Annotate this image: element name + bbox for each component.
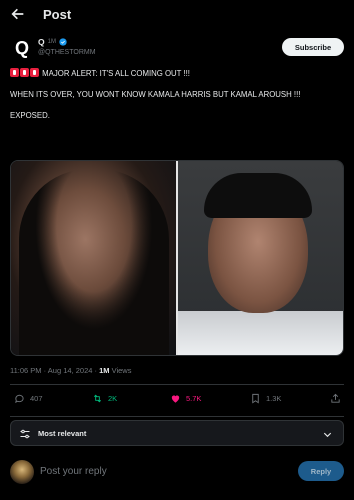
avatar[interactable]	[10, 460, 34, 484]
author-name-row: Q 1M	[38, 37, 67, 47]
bookmark-icon	[252, 393, 259, 404]
share-icon	[331, 393, 340, 403]
verified-badge-icon	[59, 38, 67, 46]
views-label: Views	[109, 366, 132, 375]
like-action[interactable]: 5.7K	[170, 393, 201, 404]
police-light-icon	[20, 68, 29, 77]
repost-icon	[93, 394, 102, 403]
sliders-icon	[20, 429, 30, 439]
author-badge: 1M	[47, 39, 56, 45]
bookmark-count: 1.3K	[266, 394, 282, 403]
arrow-left-icon[interactable]	[10, 6, 26, 22]
image-right-portrait	[178, 161, 343, 355]
post-line-3: EXPOSED.	[10, 111, 50, 120]
post-author: Q Q 1M @QTHESTORMM Subscribe	[10, 36, 344, 64]
post-timestamp[interactable]: 11:06 PM · Aug 14, 2024 ·	[10, 366, 99, 375]
post-line-2: WHEN ITS OVER, YOU WONT KNOW KAMALA HARR…	[10, 90, 301, 99]
police-light-icon	[10, 68, 19, 77]
like-count: 5.7K	[186, 394, 202, 403]
avatar[interactable]: Q	[10, 36, 34, 60]
reply-count: 407	[30, 394, 43, 403]
avatar-letter: Q	[14, 37, 29, 58]
post-meta: 11:06 PM · Aug 14, 2024 · 1M Views	[10, 366, 131, 375]
image-left-portrait	[11, 161, 176, 355]
views-count: 1M	[99, 366, 110, 375]
repost-count: 2K	[108, 394, 118, 403]
sort-replies-dropdown[interactable]: Most relevant	[10, 420, 344, 446]
divider	[10, 416, 344, 417]
reply-button[interactable]: Reply	[298, 461, 344, 481]
page-title: Post	[43, 7, 72, 22]
share-action[interactable]	[330, 393, 341, 404]
chevron-down-icon	[323, 432, 332, 438]
sort-label: Most relevant	[38, 429, 87, 438]
post-text: MAJOR ALERT: IT'S ALL COMING OUT !!! WHE…	[10, 68, 344, 131]
divider	[10, 384, 344, 385]
author-handle[interactable]: @QTHESTORMM	[38, 49, 96, 56]
reply-input[interactable]	[40, 464, 240, 478]
reply-composer: Reply	[10, 458, 344, 486]
reply-action[interactable]: 407	[14, 393, 43, 404]
post-line-1: MAJOR ALERT: IT'S ALL COMING OUT !!!	[10, 68, 344, 79]
repost-action[interactable]: 2K	[92, 393, 117, 404]
top-bar: Post	[0, 0, 354, 30]
bookmark-action[interactable]: 1.3K	[250, 393, 281, 404]
post-line-1-text: MAJOR ALERT: IT'S ALL COMING OUT !!!	[42, 69, 190, 78]
action-bar: 407 2K 5.7K 1.3K	[10, 391, 344, 411]
police-light-icon	[30, 68, 39, 77]
heart-icon	[171, 395, 180, 403]
reply-icon	[15, 394, 24, 404]
author-name[interactable]: Q	[38, 37, 45, 47]
subscribe-button[interactable]: Subscribe	[282, 38, 344, 56]
post-image[interactable]	[10, 160, 344, 356]
